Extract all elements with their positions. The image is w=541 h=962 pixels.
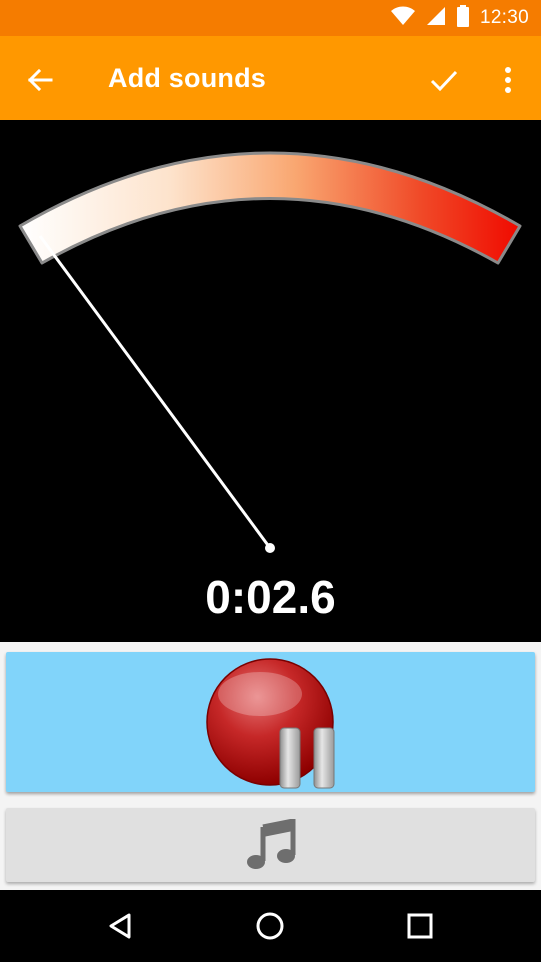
music-note-icon xyxy=(246,819,295,869)
app-bar: Add sounds xyxy=(0,36,541,120)
meter-needle-pivot xyxy=(265,543,275,553)
meter-gauge xyxy=(18,151,522,553)
back-arrow-icon[interactable] xyxy=(20,60,60,100)
status-time: 12:30 xyxy=(479,7,529,28)
record-pause-button[interactable] xyxy=(6,652,535,792)
more-vert-icon[interactable] xyxy=(490,60,526,100)
signal-icon xyxy=(426,6,446,30)
home-circle-icon[interactable] xyxy=(248,904,292,948)
record-pause-icon xyxy=(206,658,335,789)
check-icon[interactable] xyxy=(424,60,464,100)
status-bar: 12:30 xyxy=(0,0,541,36)
music-library-button[interactable] xyxy=(6,808,535,882)
navigation-bar xyxy=(0,890,541,962)
wifi-icon xyxy=(390,6,416,30)
page-title: Add sounds xyxy=(108,63,266,93)
back-triangle-icon[interactable] xyxy=(98,904,142,948)
status-icons: 12:30 xyxy=(390,0,529,36)
meter-needle xyxy=(38,235,272,549)
elapsed-timer: 0:02.6 xyxy=(205,571,336,623)
sound-level-meter: 0:02.6 xyxy=(0,120,541,642)
recents-square-icon[interactable] xyxy=(398,904,442,948)
meter-arc xyxy=(18,151,522,265)
battery-icon xyxy=(456,5,470,31)
controls-panel xyxy=(0,642,541,890)
